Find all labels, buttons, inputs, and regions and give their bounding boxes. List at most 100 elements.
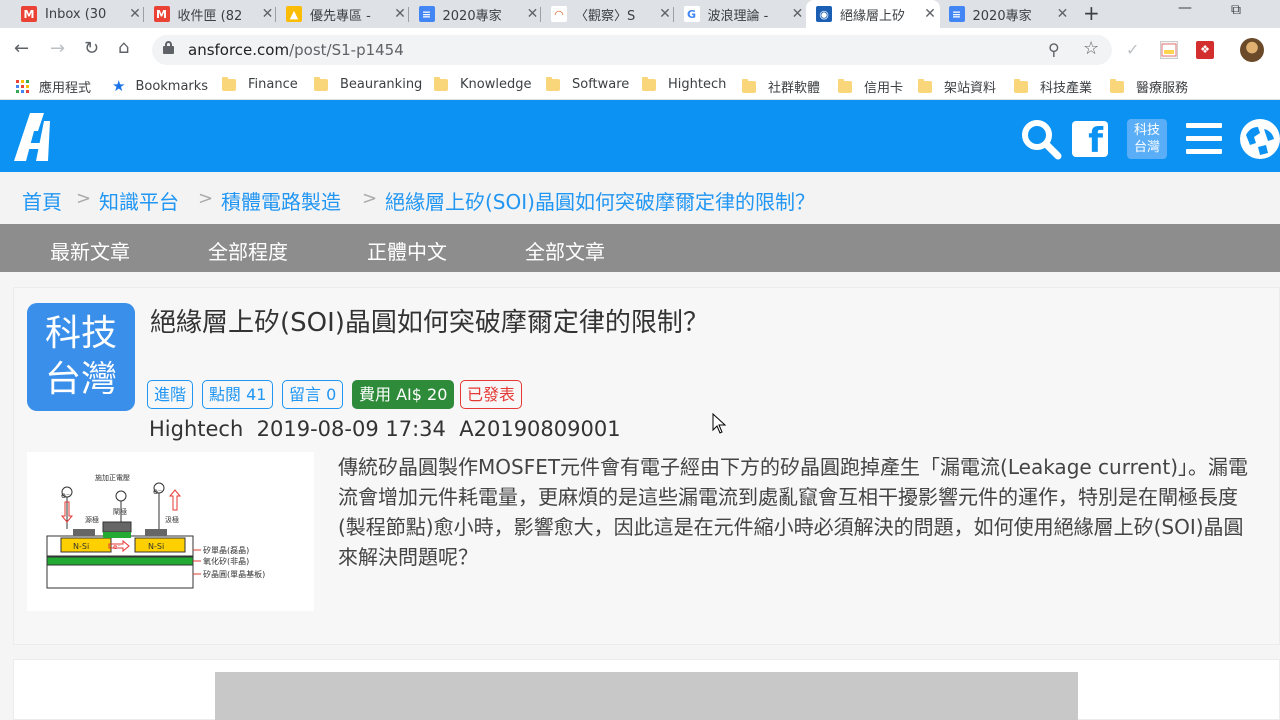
bookmark-item[interactable]: Knowledge [434, 76, 531, 92]
diagram-source-label: 源極 [85, 515, 99, 524]
bookmark-item[interactable]: 醫療服務 [1110, 77, 1188, 96]
site-logo-icon[interactable] [14, 113, 54, 161]
breadcrumb-item[interactable]: 積體電路製造 [221, 186, 341, 215]
breadcrumb-item[interactable]: 知識平台 [99, 186, 179, 215]
bookmark-item[interactable]: Hightech [642, 76, 726, 92]
bookmark-item[interactable]: 架站資料 [918, 77, 996, 96]
language-badge[interactable]: 科技 台灣 [1127, 119, 1167, 159]
url-text[interactable]: ansforce.com/post/S1-p1454 [188, 41, 404, 59]
breadcrumb-item[interactable]: 絕緣層上矽(SOI)晶圓如何突破摩爾定律的限制？ [385, 186, 815, 215]
profile-avatar[interactable] [1240, 38, 1264, 62]
mouse-cursor-icon [712, 413, 727, 434]
forward-icon[interactable]: → [50, 38, 65, 59]
reload-icon[interactable]: ↻ [84, 38, 99, 59]
nav-item[interactable]: 全部文章 [525, 236, 605, 265]
article-tag[interactable]: 進階 [147, 380, 194, 409]
new-tab-button[interactable]: + [1083, 1, 1100, 25]
hamburger-menu-icon[interactable] [1186, 123, 1222, 155]
bookmark-label: Beauranking [340, 77, 423, 92]
zoom-icon[interactable]: ⚲ [1048, 40, 1060, 59]
tab-title: 波浪理論 - [707, 8, 769, 24]
browser-tab[interactable]: ≡ 2020專家 ✕ [939, 0, 1073, 28]
home-icon[interactable]: ⌂ [118, 37, 129, 58]
folder-icon [222, 76, 236, 91]
close-icon[interactable]: ✕ [920, 6, 940, 22]
star-icon: ★ [112, 77, 126, 95]
browser-tab[interactable]: M 收件匣 (82 ✕ [144, 0, 278, 28]
browser-tab[interactable]: ◉ 絕緣層上矽 ✕ [806, 0, 940, 28]
gmail-icon: M [153, 6, 170, 22]
bookmark-star-icon[interactable]: ☆ [1083, 38, 1099, 59]
bookmark-item[interactable]: ★ Bookmarks [112, 77, 208, 95]
tab-title: 優先專區 - [310, 8, 371, 24]
bookmark-label: 架站資料 [944, 81, 997, 96]
badge-line2: 台灣 [1133, 140, 1160, 155]
bookmark-item[interactable]: 科技產業 [1014, 77, 1092, 96]
bookmark-label: Finance [248, 77, 298, 92]
article-thumbnail[interactable]: N-Si N-Si e⁻ 施加正電壓 源極 閘極 汲極 e⁻ e⁻ 矽單晶(磊晶… [27, 452, 314, 611]
close-icon[interactable]: ✕ [1053, 6, 1073, 22]
diagram-top-label: 施加正電壓 [95, 473, 130, 482]
rss-icon: ◉ [816, 6, 832, 22]
article-tag[interactable]: 留言 0 [282, 380, 344, 409]
check-extension-icon[interactable]: ✓ [1126, 40, 1139, 59]
browser-tab[interactable]: G 波浪理論 - ✕ [674, 0, 808, 28]
nav-item[interactable]: 正體中文 [367, 236, 447, 265]
article-tag[interactable]: 費用 AI$ 20 [352, 380, 455, 409]
breadcrumb-item[interactable]: 首頁 [22, 186, 62, 215]
browser-tab[interactable]: ≡ 2020專家 ✕ [409, 0, 543, 28]
article-tag[interactable]: 點閱 41 [202, 380, 274, 409]
article-excerpt[interactable]: 傳統矽晶圓製作MOSFET元件會有電子經由下方的矽晶圓跑掉產生「漏電流(Leak… [338, 452, 1263, 572]
drive-icon: ▲ [286, 6, 302, 22]
bookmark-item[interactable]: 信用卡 [838, 77, 903, 96]
lock-icon[interactable] [163, 41, 174, 55]
tab-separator [540, 7, 541, 22]
google-icon: G [683, 6, 700, 22]
bookmark-item[interactable]: Beauranking [314, 76, 423, 92]
bookmark-item[interactable]: 應用程式 [16, 77, 91, 96]
author-avatar[interactable]: 科技 台灣 [27, 303, 135, 411]
bookmark-item[interactable]: 社群軟體 [742, 77, 820, 96]
facebook-icon[interactable]: f [1072, 121, 1108, 157]
diagram-layer1: 矽單晶(磊晶) [203, 545, 249, 555]
bookmark-item[interactable]: Software [546, 76, 629, 92]
folder-icon [314, 76, 328, 91]
bookmark-label: 社群軟體 [768, 81, 821, 96]
folder-icon [838, 78, 852, 93]
smart-extension-icon[interactable] [1160, 41, 1178, 59]
breadcrumb-separator: > [362, 188, 378, 209]
back-icon[interactable]: ← [14, 38, 29, 59]
avatar-line2: 台灣 [44, 359, 117, 400]
tab-title: 2020專家 [442, 8, 502, 24]
category-nav [0, 224, 1280, 272]
browser-tab[interactable]: ◠ 〈觀察〉S ✕ [541, 0, 675, 28]
globe-icon[interactable] [1240, 119, 1280, 159]
tab-title: 絕緣層上矽 [840, 8, 906, 24]
pdf-extension-icon[interactable]: ❖ [1196, 41, 1214, 59]
nav-item[interactable]: 最新文章 [50, 236, 130, 265]
minimize-button[interactable]: — [1178, 0, 1192, 16]
close-icon[interactable]: ✕ [788, 6, 808, 22]
tab-separator [672, 7, 674, 22]
ad-placeholder[interactable] [215, 672, 1078, 720]
article-category[interactable]: Hightech [149, 417, 243, 441]
article-title[interactable]: 絕緣層上矽(SOI)晶圓如何突破摩爾定律的限制？ [150, 302, 709, 339]
folder-icon [642, 76, 656, 91]
bookmark-label: 應用程式 [39, 81, 92, 96]
gmail-icon: M [21, 6, 37, 22]
restore-button[interactable]: ⧉ [1231, 2, 1241, 18]
diagram-layer2: 氧化矽(非晶) [203, 556, 249, 566]
bookmark-label: Bookmarks [135, 78, 209, 94]
avatar-line1: 科技 [44, 313, 117, 354]
article-tag[interactable]: 已發表 [460, 380, 523, 409]
article-meta: Hightech 2019-08-09 17:34 A20190809001 [149, 417, 621, 441]
nav-item[interactable]: 全部程度 [208, 236, 288, 265]
breadcrumb-separator: > [198, 188, 214, 209]
browser-tab[interactable]: M Inbox (30 ✕ [11, 0, 145, 28]
bookmark-item[interactable]: Finance [222, 76, 298, 92]
search-icon[interactable] [1020, 118, 1062, 160]
browser-tab[interactable]: ▲ 優先專區 - ✕ [276, 0, 410, 28]
diagram-nsi-right: N-Si [148, 542, 164, 551]
bookmark-label: 科技產業 [1040, 81, 1093, 96]
url-path: /post/S1-p1454 [289, 41, 404, 59]
